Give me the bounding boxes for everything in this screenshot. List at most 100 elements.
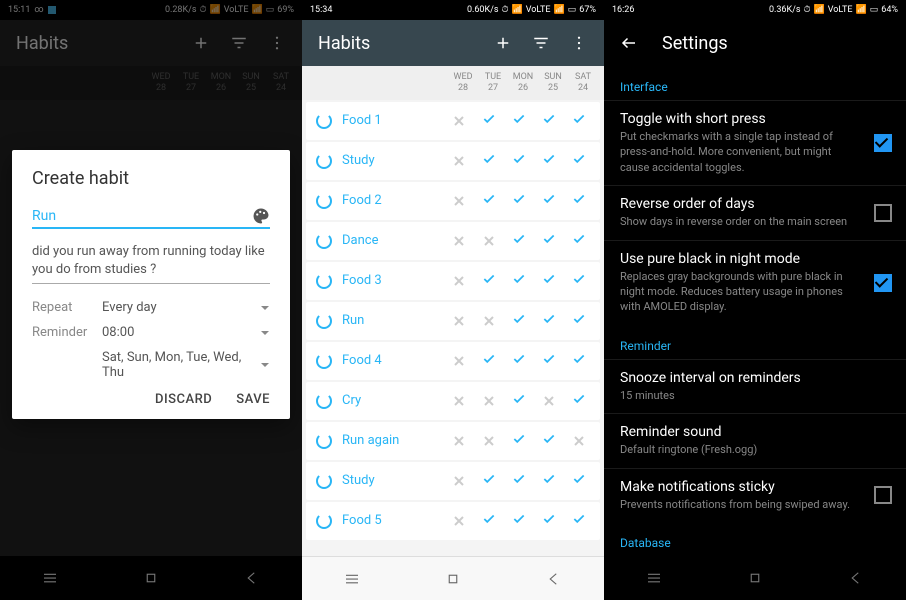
setting-pure-black[interactable]: Use pure black in night mode Replaces gr… — [604, 240, 906, 325]
habit-row[interactable]: Run — [306, 302, 600, 340]
habit-row[interactable]: Cry — [306, 382, 600, 420]
overflow-icon[interactable] — [570, 34, 588, 52]
back-arrow-icon[interactable] — [620, 34, 638, 52]
habit-name-input[interactable] — [32, 208, 252, 224]
habit-cell[interactable] — [564, 111, 594, 130]
back-icon[interactable] — [545, 570, 563, 588]
checkbox-icon[interactable] — [874, 134, 892, 152]
habit-cell[interactable] — [444, 231, 474, 250]
habit-cell[interactable] — [564, 191, 594, 210]
habit-cell[interactable] — [564, 231, 594, 250]
habit-cell[interactable] — [504, 511, 534, 530]
habit-row[interactable]: Food 4 — [306, 342, 600, 380]
home-icon[interactable] — [746, 569, 764, 587]
setting-reminder-sound[interactable]: Reminder sound Default ringtone (Fresh.o… — [604, 413, 906, 467]
setting-toggle-short[interactable]: Toggle with short press Put checkmarks w… — [604, 100, 906, 185]
home-icon[interactable] — [142, 569, 160, 587]
habit-row[interactable]: Food 5 — [306, 502, 600, 540]
habit-cell[interactable] — [504, 351, 534, 370]
habit-cell[interactable] — [444, 191, 474, 210]
habit-row[interactable]: Study — [306, 142, 600, 180]
back-icon[interactable] — [847, 569, 865, 587]
checkbox-icon[interactable] — [874, 486, 892, 504]
habit-cell[interactable] — [474, 151, 504, 170]
habit-cell[interactable] — [534, 231, 564, 250]
habit-cell[interactable] — [474, 351, 504, 370]
habit-cell[interactable] — [564, 391, 594, 410]
save-button[interactable]: SAVE — [236, 392, 270, 407]
repeat-row[interactable]: Repeat Every day — [32, 300, 270, 315]
habit-cell[interactable] — [564, 311, 594, 330]
habit-row[interactable]: Food 2 — [306, 182, 600, 220]
habit-cell[interactable] — [444, 111, 474, 130]
checkbox-icon[interactable] — [874, 274, 892, 292]
habit-cell[interactable] — [564, 511, 594, 530]
habit-cell[interactable] — [534, 471, 564, 490]
habit-cell[interactable] — [444, 431, 474, 450]
habit-cell[interactable] — [474, 511, 504, 530]
recents-icon[interactable] — [343, 570, 361, 588]
palette-icon[interactable] — [252, 207, 270, 225]
home-icon[interactable] — [444, 570, 462, 588]
habit-cell[interactable] — [474, 471, 504, 490]
habit-cell[interactable] — [444, 271, 474, 290]
habit-cell[interactable] — [444, 391, 474, 410]
habit-list[interactable]: Food 1StudyFood 2DanceFood 3RunFood 4Cry… — [302, 100, 604, 590]
habit-cell[interactable] — [474, 111, 504, 130]
habit-desc-input[interactable]: did you run away from running today like… — [32, 243, 270, 284]
habit-cell[interactable] — [564, 351, 594, 370]
habit-cell[interactable] — [474, 431, 504, 450]
reminder-days-row[interactable]: Sat, Sun, Mon, Tue, Wed, Thu — [32, 350, 270, 380]
habit-cell[interactable] — [504, 471, 534, 490]
habit-cell[interactable] — [564, 151, 594, 170]
habit-cell[interactable] — [504, 151, 534, 170]
habit-cell[interactable] — [474, 191, 504, 210]
habit-cell[interactable] — [534, 151, 564, 170]
habit-row[interactable]: Food 1 — [306, 102, 600, 140]
habit-cell[interactable] — [444, 471, 474, 490]
setting-reverse-days[interactable]: Reverse order of days Show days in rever… — [604, 185, 906, 239]
recents-icon[interactable] — [41, 569, 59, 587]
habit-cell[interactable] — [504, 271, 534, 290]
discard-button[interactable]: DISCARD — [155, 392, 212, 407]
habit-cell[interactable] — [444, 311, 474, 330]
habit-cell[interactable] — [444, 351, 474, 370]
checkbox-icon[interactable] — [874, 204, 892, 222]
habit-cell[interactable] — [444, 151, 474, 170]
habit-cell[interactable] — [504, 231, 534, 250]
habit-cell[interactable] — [564, 471, 594, 490]
settings-list[interactable]: Interface Toggle with short press Put ch… — [604, 66, 906, 556]
habit-cell[interactable] — [534, 431, 564, 450]
habit-cell[interactable] — [564, 431, 594, 450]
habit-cell[interactable] — [534, 391, 564, 410]
habit-cell[interactable] — [504, 311, 534, 330]
habit-row[interactable]: Dance — [306, 222, 600, 260]
habit-cell[interactable] — [444, 511, 474, 530]
reminder-row[interactable]: Reminder 08:00 — [32, 325, 270, 340]
habit-cell[interactable] — [504, 391, 534, 410]
habit-row[interactable]: Food 3 — [306, 262, 600, 300]
habit-cell[interactable] — [504, 191, 534, 210]
recents-icon[interactable] — [645, 569, 663, 587]
habit-cell[interactable] — [504, 111, 534, 130]
filter-icon[interactable] — [532, 34, 550, 52]
setting-snooze[interactable]: Snooze interval on reminders 15 minutes — [604, 359, 906, 413]
habit-cell[interactable] — [534, 351, 564, 370]
habit-cell[interactable] — [534, 271, 564, 290]
habit-cell[interactable] — [534, 511, 564, 530]
habit-row[interactable]: Study — [306, 462, 600, 500]
habit-row[interactable]: Run again — [306, 422, 600, 460]
section-header-database: Database — [604, 522, 906, 556]
habit-cell[interactable] — [534, 111, 564, 130]
habit-cell[interactable] — [534, 311, 564, 330]
add-icon[interactable] — [494, 34, 512, 52]
habit-cell[interactable] — [474, 391, 504, 410]
setting-sticky-notifs[interactable]: Make notifications sticky Prevents notif… — [604, 468, 906, 522]
habit-cell[interactable] — [534, 191, 564, 210]
back-icon[interactable] — [243, 569, 261, 587]
habit-cell[interactable] — [504, 431, 534, 450]
habit-cell[interactable] — [474, 231, 504, 250]
habit-cell[interactable] — [474, 311, 504, 330]
habit-cell[interactable] — [474, 271, 504, 290]
habit-cell[interactable] — [564, 271, 594, 290]
